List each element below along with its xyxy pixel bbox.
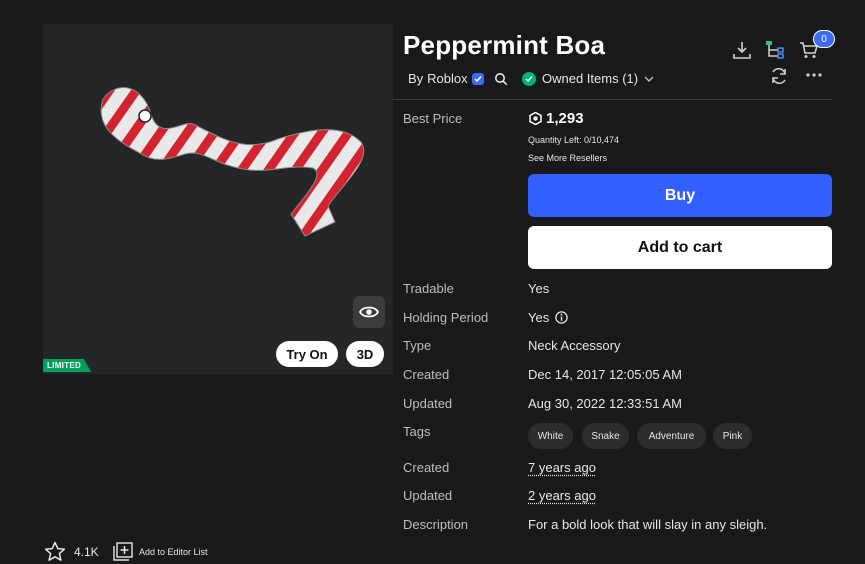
download-icon[interactable] (731, 39, 753, 61)
holding-period-value: Yes (528, 310, 568, 325)
more-icon[interactable] (805, 70, 823, 80)
best-price-label: Best Price (403, 111, 463, 126)
created-relative-value: 7 years ago (528, 460, 596, 475)
tag-chip[interactable]: White (528, 423, 573, 449)
tag-chip[interactable]: Pink (713, 423, 752, 449)
price-value: 1,293 (529, 110, 584, 127)
updated-relative-value: 2 years ago (528, 488, 596, 503)
owned-items-label: Owned Items (1) (542, 71, 639, 86)
holding-period-label: Holding Period (403, 310, 489, 325)
search-icon[interactable] (494, 72, 508, 86)
see-more-resellers-link[interactable]: See More Resellers (528, 153, 607, 163)
robux-icon (529, 112, 542, 125)
owned-items-dropdown[interactable]: Owned Items (1) (522, 71, 654, 86)
cart-count-badge: 0 (813, 30, 835, 48)
description-value: For a bold look that will slay in any sl… (528, 517, 768, 532)
price-amount: 1,293 (546, 110, 584, 127)
add-to-editor-list-button[interactable]: Add to Editor List (113, 542, 208, 561)
tag-chip[interactable]: Adventure (637, 423, 706, 449)
by-prefix: By (408, 71, 424, 86)
favorites-count: 4.1K (74, 544, 99, 559)
star-icon (44, 541, 66, 561)
owned-check-icon (522, 71, 536, 86)
description-label: Description (403, 517, 469, 532)
updated-value: Aug 30, 2022 12:33:51 AM (528, 396, 682, 411)
creator-link[interactable]: Roblox (427, 71, 467, 86)
item-thumbnail: LIMITED Try On 3D (43, 24, 393, 374)
eye-icon (359, 306, 379, 318)
try-on-button[interactable]: Try On (276, 341, 338, 367)
add-list-icon (113, 542, 133, 561)
updated-relative-label: Updated (403, 488, 453, 503)
created-label: Created (403, 367, 450, 382)
tags-label: Tags (403, 424, 431, 439)
editor-list-label: Add to Editor List (139, 546, 208, 557)
type-value: Neck Accessory (528, 338, 621, 353)
header-divider (393, 99, 832, 100)
tag-chip[interactable]: Snake (582, 423, 629, 449)
view-toggle-button[interactable] (353, 296, 385, 328)
item-title: Peppermint Boa (403, 30, 606, 60)
buy-button[interactable]: Buy (528, 174, 832, 217)
quantity-left: Quantity Left: 0/10,474 (528, 135, 620, 145)
type-label: Type (403, 338, 432, 353)
info-icon[interactable] (555, 311, 568, 324)
created-relative-label: Created (403, 460, 450, 475)
creator-byline: By Roblox (408, 71, 508, 86)
limited-badge: LIMITED (43, 359, 92, 372)
verified-icon (471, 72, 484, 85)
view-3d-button[interactable]: 3D (346, 341, 384, 367)
created-value: Dec 14, 2017 12:05:05 AM (528, 367, 682, 382)
chevron-down-icon (644, 76, 654, 82)
updated-label: Updated (403, 396, 453, 411)
item-image (100, 87, 365, 237)
refresh-icon[interactable] (769, 66, 789, 86)
tradable-label: Tradable (403, 281, 454, 296)
hierarchy-icon[interactable] (764, 39, 786, 61)
holding-period-text: Yes (528, 310, 550, 325)
add-to-cart-button[interactable]: Add to cart (528, 226, 832, 269)
tradable-value: Yes (528, 281, 550, 296)
favorite-button[interactable]: 4.1K (44, 541, 99, 562)
